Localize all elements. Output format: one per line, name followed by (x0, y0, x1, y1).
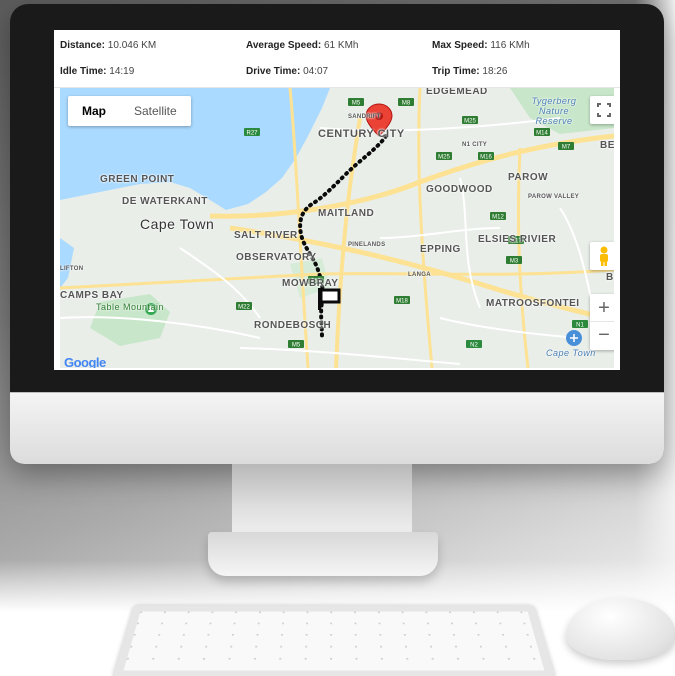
zoom-in-button[interactable]: + (590, 294, 614, 322)
pegman-icon (600, 246, 608, 266)
road-shield: M3 (506, 256, 522, 265)
stat-trip-time: Trip Time: 18:26 (432, 66, 508, 77)
trip-stats-panel: Distance: 10.046 KM Average Speed: 61 KM… (54, 30, 620, 88)
road-shield: M12 (490, 212, 506, 221)
stat-max-speed: Max Speed: 116 KMh (432, 40, 530, 51)
road-shield: M5 (288, 340, 304, 349)
road-shield: R27 (244, 128, 260, 137)
svg-text:R27: R27 (246, 131, 258, 137)
svg-text:M22: M22 (238, 305, 250, 311)
trip-map[interactable]: M5 M8 M25 M14 M7 M25 M16 M12 M17 M3 M4 M18 M5 M22 N2 N1… (60, 88, 614, 368)
road-shield: N1 (572, 320, 588, 329)
label-matroosfontein: MATROOSFONTEI (486, 298, 580, 309)
label-mowbray: MOWBRAY (282, 278, 339, 289)
monitor-stand-neck (232, 464, 412, 534)
label-parow: PAROW (508, 172, 549, 183)
svg-text:M25: M25 (438, 155, 450, 161)
label-edgemead: EDGEMEAD (426, 88, 488, 97)
road-shield: M25 (436, 152, 452, 161)
label-goodwood: GOODWOOD (426, 184, 493, 195)
map-type-toggle: Map Satellite (68, 96, 191, 126)
label-tygerberg: Tygerberg Nature Reserve (531, 96, 577, 126)
label-sandrift: SANDRIFT (348, 114, 381, 120)
label-n1-city: N1 CITY (462, 142, 488, 148)
label-observatory: OBSERVATORY (236, 252, 317, 263)
road-shield: M5 (348, 98, 364, 107)
stat-average-speed: Average Speed: 61 KMh (246, 40, 359, 51)
label-right-edge: B (606, 272, 614, 283)
svg-text:M18: M18 (396, 299, 408, 305)
stat-distance: Distance: 10.046 KM (60, 40, 157, 51)
keyboard (112, 605, 556, 676)
svg-text:M14: M14 (536, 131, 548, 137)
road-shield: M18 (394, 296, 410, 305)
label-clifton: LIFTON (60, 266, 84, 272)
imac-monitor: Distance: 10.046 KM Average Speed: 61 KM… (10, 4, 664, 464)
svg-text:N2: N2 (470, 343, 478, 349)
label-cape-town: Cape Town (140, 216, 215, 232)
monitor-stand-foot (208, 532, 438, 576)
label-maitland: MAITLAND (318, 208, 375, 219)
zoom-out-button[interactable]: − (590, 322, 614, 350)
label-salt-river: SALT RIVER (234, 230, 298, 241)
road-shield: M14 (534, 128, 550, 137)
label-parow-valley: PAROW VALLEY (528, 194, 580, 200)
label-pinelands: PINELANDS (348, 242, 386, 248)
svg-text:M8: M8 (402, 101, 411, 107)
map-type-satellite-button[interactable]: Satellite (120, 96, 191, 126)
label-table-mountain: Table Mountain (96, 302, 165, 312)
airport-icon (566, 330, 582, 346)
road-shield: N2 (466, 340, 482, 349)
fullscreen-button[interactable] (590, 96, 614, 124)
keyboard-keys (123, 611, 545, 671)
map-type-map-button[interactable]: Map (68, 96, 120, 126)
svg-text:M16: M16 (480, 155, 492, 161)
road-shield: M16 (478, 152, 494, 161)
label-rondebosch: RONDEBOSCH (254, 320, 332, 331)
svg-text:M7: M7 (562, 145, 571, 151)
label-elsies-rivier: ELSIES RIVIER (478, 234, 557, 245)
svg-text:M12: M12 (492, 215, 504, 221)
label-century-city: CENTURY CITY (318, 128, 405, 140)
mouse (566, 598, 675, 660)
zoom-controls: + − (590, 294, 614, 350)
road-shield: M7 (558, 142, 574, 151)
stat-drive-time: Drive Time: 04:07 (246, 66, 329, 77)
label-de-waterkant: DE WATERKANT (122, 196, 208, 207)
street-view-button[interactable] (590, 242, 614, 270)
label-cape-town-airport: Cape Town (546, 348, 596, 358)
road-shield: M25 (462, 116, 478, 125)
screen: Distance: 10.046 KM Average Speed: 61 KM… (54, 30, 620, 370)
label-bellville: BELL (600, 140, 614, 151)
label-epping: EPPING (420, 244, 461, 255)
road-shield: M22 (236, 302, 252, 311)
monitor-chin (10, 392, 664, 464)
label-green-point: GREEN POINT (100, 174, 175, 185)
svg-text:N1: N1 (576, 323, 584, 329)
fullscreen-icon (597, 103, 611, 117)
svg-text:M5: M5 (352, 101, 361, 107)
label-camps-bay: CAMPS BAY (60, 290, 124, 301)
svg-text:M5: M5 (292, 343, 301, 349)
label-langa: LANGA (408, 272, 431, 278)
svg-text:M25: M25 (464, 119, 476, 125)
google-logo: Google (64, 355, 106, 368)
stat-idle-time: Idle Time: 14:19 (60, 66, 135, 77)
road-shield: M8 (398, 98, 414, 107)
svg-text:M3: M3 (510, 259, 519, 265)
